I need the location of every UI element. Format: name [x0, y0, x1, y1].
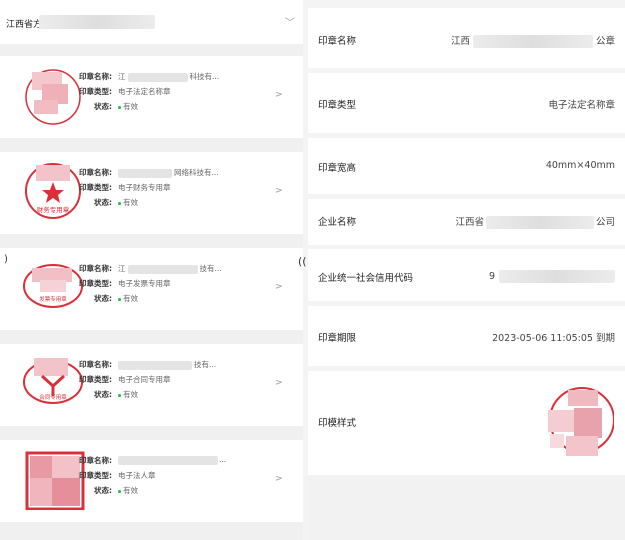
- credit-code-value: 9: [489, 270, 615, 283]
- bracket-mark: ): [4, 254, 8, 265]
- seal-name-label: 印章名称:: [79, 72, 112, 81]
- seal-size-value: 40mm×40mm: [545, 160, 615, 171]
- divider: [0, 44, 303, 56]
- divider: [0, 234, 303, 248]
- seal-type-value: 电子发票专用章: [118, 279, 171, 288]
- star-icon: [42, 182, 64, 203]
- seal-name-label: 印章名称:: [79, 168, 112, 177]
- seal-name-value: 技有...: [118, 359, 216, 370]
- seal-type-label: 印章类型:: [79, 375, 112, 384]
- status-dot-icon: [118, 393, 121, 397]
- chevron-down-icon: ﹀: [285, 18, 295, 29]
- seal-status-value: 有效: [118, 197, 138, 208]
- company-label: 企业名称: [318, 217, 357, 228]
- seal-status-value: 有效: [118, 293, 138, 304]
- seal-type-label: 印章类型:: [79, 87, 112, 96]
- seal-detail-panel: 印章名称 江西 公章 印章类型 电子法定名称章 印章宽高 40mm×40mm 企业…: [308, 0, 625, 540]
- chevron-right-icon: >: [275, 90, 283, 100]
- svg-text:合同专用章: 合同专用章: [39, 393, 67, 401]
- seal-status-label: 状态:: [94, 294, 112, 303]
- divider: [0, 522, 303, 540]
- seal-name-value: 江科技有...: [118, 72, 220, 82]
- seal-name-label: 印章名称:: [79, 456, 112, 465]
- footer-area: [308, 475, 625, 540]
- seal-card[interactable]: 财务专用章 印章名称: 网络科技有... 印章类型: 电子财务专用章 状态: 有…: [0, 152, 303, 234]
- region-redacted: [39, 15, 155, 29]
- seal-name-label: 印章名称: [318, 36, 357, 47]
- seal-style-label: 印模样式: [318, 418, 357, 429]
- seal-type-label: 印章类型:: [79, 183, 112, 192]
- seal-name-value: 网络科技有...: [118, 167, 219, 178]
- bracket-mark: ((: [298, 255, 307, 268]
- expiry-value: 2023-05-06 11:05:05 到期: [492, 333, 615, 344]
- seal-type-label: 印章类型:: [79, 471, 112, 480]
- seal-status-label: 状态:: [94, 486, 112, 495]
- seal-type-value: 电子法定名称章: [548, 100, 615, 111]
- seal-name-value: 江技有...: [118, 264, 222, 274]
- detail-row-seal-style: 印模样式: [308, 371, 625, 475]
- detail-row-company: 企业名称 江西省 公司: [308, 199, 625, 245]
- seal-card[interactable]: 发票专用章 ) 印章名称: 江技有... 印章类型: 电子发票专用章 状态: 有…: [0, 248, 303, 330]
- detail-row-seal-name: 印章名称 江西 公章: [308, 8, 625, 68]
- status-dot-icon: [118, 105, 121, 109]
- status-dot-icon: [118, 297, 121, 301]
- seal-type-value: 电子财务专用章: [118, 183, 171, 192]
- seal-status-value: 有效: [118, 101, 138, 112]
- status-dot-icon: [118, 489, 121, 493]
- seal-type-label: 印章类型:: [79, 279, 112, 288]
- svg-text:发票专用章: 发票专用章: [39, 295, 67, 303]
- divider: [0, 138, 303, 152]
- chevron-right-icon: >: [275, 282, 283, 292]
- chevron-right-icon: >: [275, 186, 283, 196]
- detail-row-seal-type: 印章类型 电子法定名称章: [308, 73, 625, 133]
- chevron-right-icon: >: [275, 378, 283, 388]
- region-selector[interactable]: 江西省方 ﹀: [0, 0, 303, 44]
- divider: [0, 426, 303, 440]
- svg-text:财务专用章: 财务专用章: [37, 205, 70, 214]
- chevron-right-icon: >: [275, 474, 283, 484]
- expiry-label: 印章期限: [318, 333, 357, 344]
- seal-type-value: 电子合同专用章: [118, 375, 171, 384]
- status-dot-icon: [118, 201, 121, 205]
- divider: [0, 330, 303, 344]
- seal-name-value: ...: [118, 455, 226, 465]
- detail-row-seal-size: 印章宽高 40mm×40mm: [308, 138, 625, 194]
- seal-card[interactable]: 印章名称: ... 印章类型: 电子法人章 状态: 有效 >: [0, 440, 303, 522]
- seal-card[interactable]: 合同专用章 印章名称: 技有... 印章类型: 电子合同专用章 状态: 有效 >: [0, 344, 303, 426]
- seal-preview-image: [548, 387, 614, 456]
- region-label: 江西省方: [6, 20, 43, 30]
- seal-name-label: 印章名称:: [79, 264, 112, 273]
- seal-card[interactable]: 印章名称: 江科技有... 印章类型: 电子法定名称章 状态: 有效 >: [0, 56, 303, 138]
- seal-name-value: 江西 公章: [450, 35, 615, 48]
- seal-status-label: 状态:: [94, 102, 112, 111]
- seal-size-label: 印章宽高: [318, 163, 357, 174]
- detail-row-expiry: 印章期限 2023-05-06 11:05:05 到期: [308, 306, 625, 366]
- seal-type-value: 电子法人章: [118, 471, 156, 480]
- seal-status-label: 状态:: [94, 390, 112, 399]
- seal-list-panel: 江西省方 ﹀ 印章名称: 江科技有... 印章类型: 电子法定名称章 状态: 有…: [0, 0, 303, 540]
- divider: [308, 0, 625, 8]
- seal-status-label: 状态:: [94, 198, 112, 207]
- seal-status-value: 有效: [118, 389, 138, 400]
- seal-status-value: 有效: [118, 485, 138, 496]
- credit-code-label: 企业统一社会信用代码: [318, 273, 414, 284]
- detail-row-credit-code: 企业统一社会信用代码 9: [308, 249, 625, 301]
- seal-name-label: 印章名称:: [79, 360, 112, 369]
- company-value: 江西省 公司: [455, 216, 615, 229]
- seal-type-label: 印章类型: [318, 100, 357, 111]
- seal-type-value: 电子法定名称章: [118, 87, 171, 96]
